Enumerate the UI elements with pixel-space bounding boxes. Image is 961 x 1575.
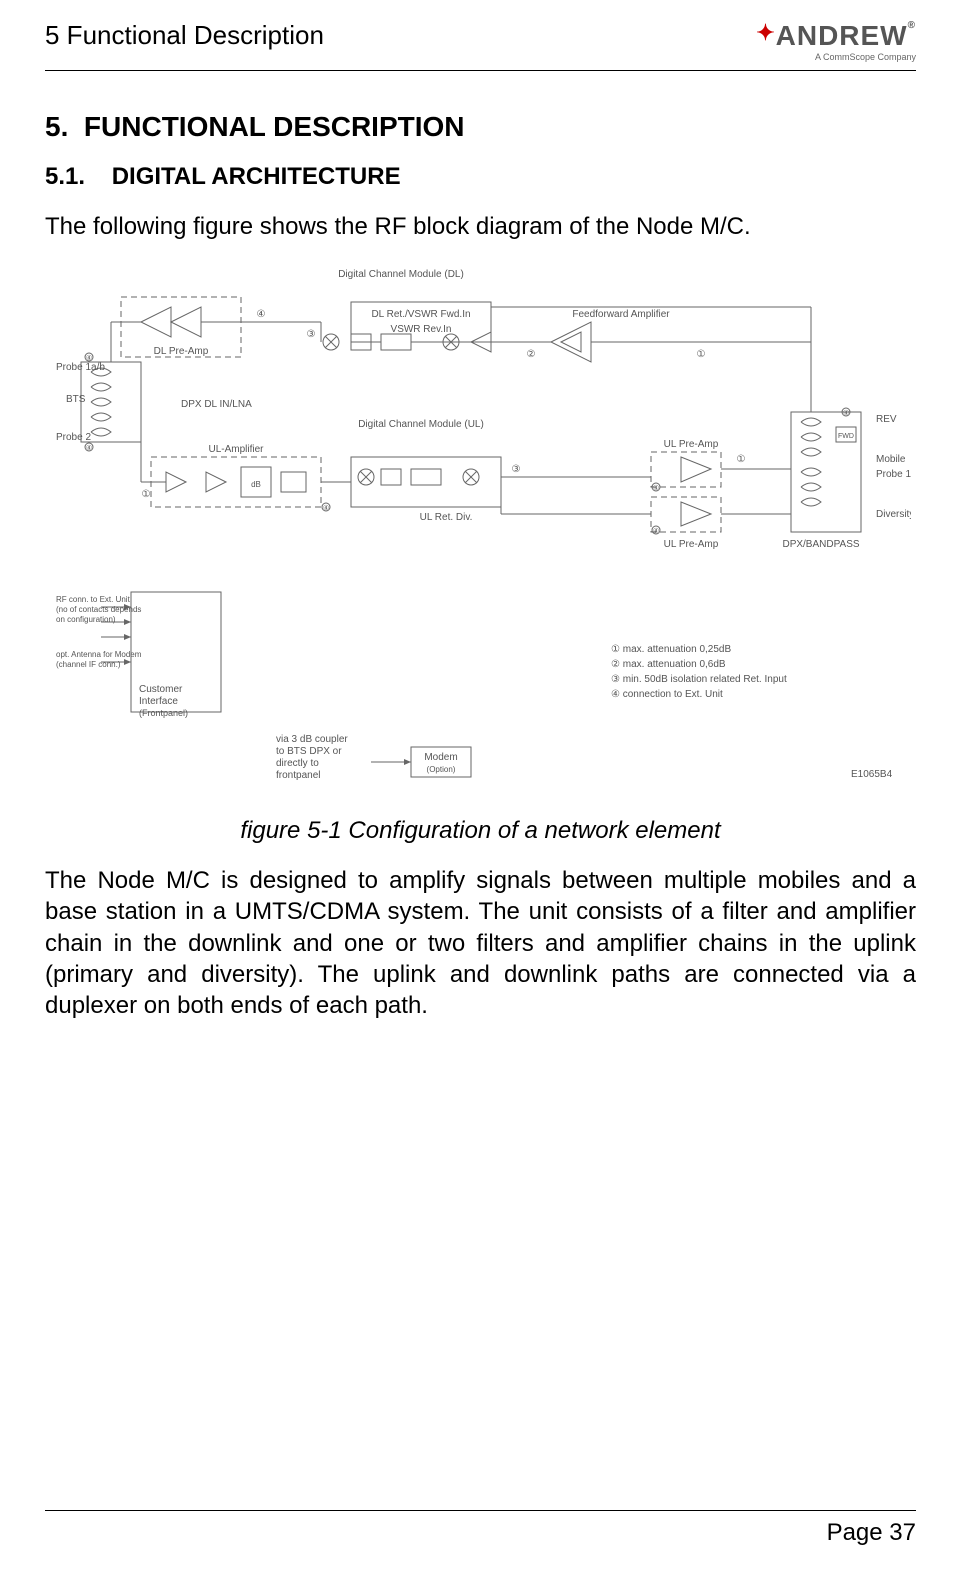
svg-text:④: ④ [652, 484, 658, 492]
svg-text:FWD: FWD [838, 433, 854, 440]
svg-text:①: ① [141, 489, 150, 500]
svg-text:(no of contacts depends: (no of contacts depends [56, 605, 141, 614]
svg-text:Digital Channel Module (UL): Digital Channel Module (UL) [358, 419, 484, 430]
svg-text:④: ④ [256, 309, 265, 320]
svg-text:(Frontpanel): (Frontpanel) [139, 708, 188, 718]
page-number: Page 37 [827, 1519, 916, 1546]
page-footer: Page 37 [45, 1510, 916, 1547]
svg-text:④ connection to Ext. Unit: ④ connection to Ext. Unit [611, 689, 723, 700]
block-diagram-svg: .thin { stroke:#666; stroke-width:1; fil… [51, 262, 911, 802]
page: 5 Functional Description ✦ANDREW® A Comm… [0, 0, 961, 1575]
svg-text:UL Ret. Div.: UL Ret. Div. [419, 512, 472, 523]
subsection-heading: 5.1. DIGITAL ARCHITECTURE [45, 163, 916, 191]
svg-text:③: ③ [511, 464, 520, 475]
subsection-title: DIGITAL ARCHITECTURE [112, 163, 401, 190]
svg-text:frontpanel: frontpanel [276, 770, 320, 781]
svg-text:Probe 1: Probe 1 [876, 469, 911, 480]
figure-caption: figure 5-1 Configuration of a network el… [45, 817, 916, 845]
svg-text:REV: REV [876, 414, 897, 425]
svg-text:UL-Amplifier: UL-Amplifier [208, 444, 264, 455]
logo-subtitle: A CommScope Company [756, 52, 916, 62]
section-title: FUNCTIONAL DESCRIPTION [84, 111, 465, 142]
svg-text:Modem: Modem [424, 752, 457, 763]
subsection-number: 5.1. [45, 163, 85, 190]
svg-text:dB: dB [251, 480, 261, 489]
svg-text:④: ④ [842, 409, 848, 417]
svg-text:② max. attenuation 0,6dB: ② max. attenuation 0,6dB [611, 659, 726, 670]
svg-text:opt. Antenna for Modem: opt. Antenna for Modem [56, 650, 142, 659]
svg-text:Digital Channel Module (DL): Digital Channel Module (DL) [338, 269, 464, 280]
logo-name: ✦ANDREW® [756, 20, 916, 52]
svg-text:Interface: Interface [139, 696, 178, 707]
svg-text:③: ③ [306, 329, 315, 340]
intro-paragraph: The following figure shows the RF block … [45, 211, 916, 242]
svg-text:Customer: Customer [139, 684, 183, 695]
svg-text:②: ② [526, 349, 535, 360]
svg-text:BTS: BTS [66, 394, 86, 405]
svg-text:(Option): (Option) [426, 765, 455, 774]
svg-text:RF conn. to Ext. Unit: RF conn. to Ext. Unit [56, 595, 131, 604]
running-title: 5 Functional Description [45, 20, 324, 51]
svg-text:Probe 2: Probe 2 [56, 432, 91, 443]
svg-text:directly to: directly to [276, 758, 319, 769]
svg-text:① max. attenuation 0,25dB: ① max. attenuation 0,25dB [611, 644, 731, 655]
svg-text:VSWR Rev.In: VSWR Rev.In [390, 324, 451, 335]
svg-text:①: ① [736, 454, 745, 465]
svg-text:DPX/BANDPASS: DPX/BANDPASS [782, 539, 859, 550]
logo: ✦ANDREW® A CommScope Company [756, 20, 916, 62]
svg-text:DL Ret./VSWR Fwd.In: DL Ret./VSWR Fwd.In [371, 309, 470, 320]
svg-text:④: ④ [85, 444, 91, 452]
svg-text:Feedforward Amplifier: Feedforward Amplifier [572, 309, 670, 320]
logo-star-icon: ✦ [756, 20, 775, 45]
svg-text:③ min. 50dB isolation related: ③ min. 50dB isolation related Ret. Input [611, 674, 787, 685]
logo-text: ANDREW [776, 20, 908, 51]
section-heading: 5. FUNCTIONAL DESCRIPTION [45, 111, 916, 143]
svg-text:via 3 dB coupler: via 3 dB coupler [276, 734, 348, 745]
svg-text:UL Pre-Amp: UL Pre-Amp [663, 439, 718, 450]
svg-text:④: ④ [322, 504, 328, 512]
svg-text:E1065B4: E1065B4 [851, 769, 893, 780]
svg-text:①: ① [696, 349, 705, 360]
svg-text:Probe 1a/b: Probe 1a/b [56, 362, 105, 373]
svg-text:④: ④ [652, 527, 658, 535]
svg-text:to BTS DPX or: to BTS DPX or [276, 746, 342, 757]
figure: .thin { stroke:#666; stroke-width:1; fil… [45, 262, 916, 807]
svg-text:Diversity: Diversity [876, 509, 911, 520]
body-paragraph: The Node M/C is designed to amplify sign… [45, 865, 916, 1021]
svg-text:Mobile: Mobile [876, 454, 906, 465]
page-header: 5 Functional Description ✦ANDREW® A Comm… [45, 20, 916, 71]
svg-text:UL Pre-Amp: UL Pre-Amp [663, 539, 718, 550]
svg-text:on configuration): on configuration) [56, 615, 116, 624]
svg-text:DPX DL IN/LNA: DPX DL IN/LNA [181, 399, 252, 410]
svg-text:DL Pre-Amp: DL Pre-Amp [153, 346, 208, 357]
svg-text:④: ④ [85, 354, 91, 362]
section-number: 5. [45, 111, 68, 142]
svg-text:(channel IF conn.): (channel IF conn.) [56, 660, 121, 669]
